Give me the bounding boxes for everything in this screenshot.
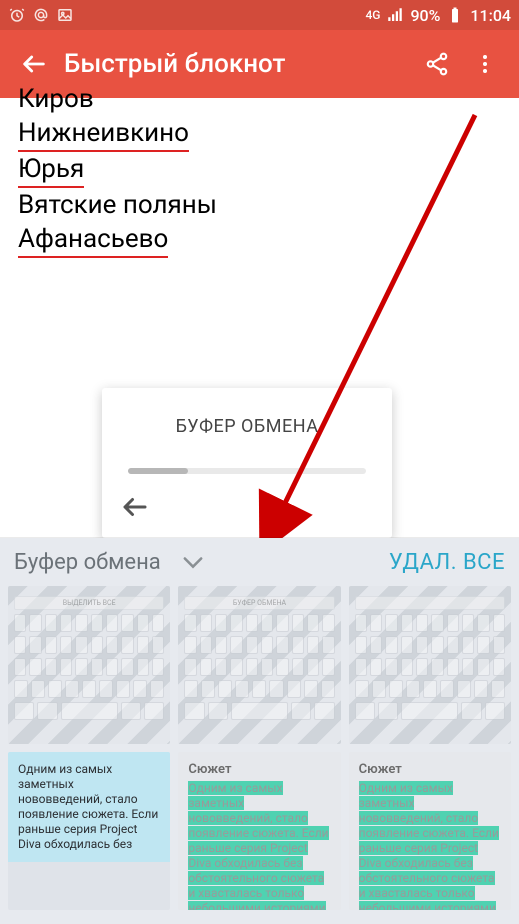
delete-all-button[interactable]: УДАЛ. ВСЕ [389,550,505,575]
alarm-icon [8,6,26,24]
snippet-body: Одним из самых заметных нововведений, ст… [359,781,501,910]
popup-back-button[interactable] [120,492,152,524]
thumb-label: ВЫДЕЛИТЬ ВСЕ [14,596,164,610]
image-icon [56,6,74,24]
popup-scroll-indicator [128,468,366,474]
editor-line: Юрья [18,152,501,188]
back-button[interactable] [10,40,58,88]
clipboard-item[interactable]: Одним из самых заметных нововведений, ст… [8,752,170,910]
network-label: 4G [365,10,380,20]
overflow-menu-button[interactable] [461,40,509,88]
signal-icon [386,6,404,24]
clipboard-item[interactable]: Сюжет Одним из самых заметных нововведен… [349,752,511,910]
collapse-button[interactable] [179,548,207,576]
at-icon [32,6,50,24]
snippet-body: Одним из самых заметных нововведений, ст… [188,781,330,910]
clipboard-popup: БУФЕР ОБМЕНА [102,388,392,538]
clipboard-panel-title: Буфер обмена [14,550,161,575]
snippet-title: Сюжет [188,762,330,777]
clipboard-item[interactable] [349,586,511,744]
snippet-title: Сюжет [359,762,501,777]
note-editor[interactable]: Киров Нижнеивкино Юрья Вятские поляны Аф… [0,98,519,542]
clock: 11:04 [470,6,511,25]
editor-line: Нижнеивкино [18,116,501,152]
editor-line: Афанасьево [18,222,501,258]
thumb-label: БУФЕР ОБМЕНА [184,596,334,610]
battery-percent: 90% [410,6,440,25]
battery-icon [446,6,464,24]
clipboard-item[interactable]: БУФЕР ОБМЕНА [178,586,340,744]
status-bar: 4G 90% 11:04 [0,0,519,30]
clipboard-item[interactable]: ВЫДЕЛИТЬ ВСЕ [8,586,170,744]
clipboard-snippet-text: Одним из самых заметных нововведений, ст… [8,752,170,862]
app-title: Быстрый блокнот [58,49,413,79]
popup-caption: БУФЕР ОБМЕНА [120,410,374,444]
thumb-label [355,596,505,610]
clipboard-panel-header: Буфер обмена УДАЛ. ВСЕ [0,538,519,586]
editor-line: Вятские поляны [18,188,501,222]
editor-line: Киров [18,82,501,116]
clipboard-panel: Буфер обмена УДАЛ. ВСЕ ВЫДЕЛИТЬ ВСЕ БУФЕ… [0,538,519,924]
share-button[interactable] [413,40,461,88]
clipboard-item[interactable]: Сюжет Одним из самых заметных нововведен… [178,752,340,910]
